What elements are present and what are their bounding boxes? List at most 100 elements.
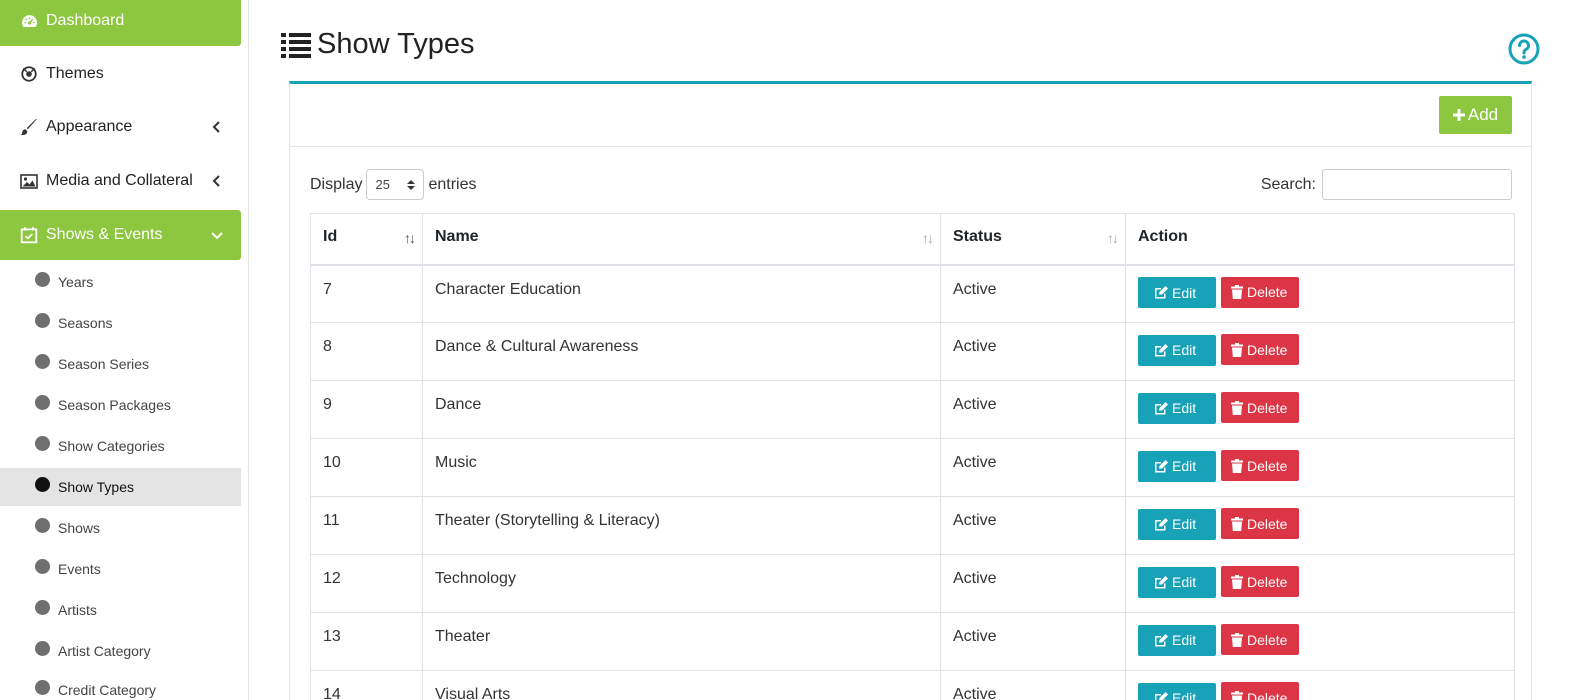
cell-name: Technology (422, 554, 941, 613)
trash-icon (1231, 285, 1243, 299)
list-icon (281, 32, 311, 58)
sidebar-subitem-label: Season Series (58, 356, 150, 372)
cell-status: Active (940, 496, 1126, 555)
edit-button[interactable]: Edit (1138, 334, 1216, 366)
sidebar-subitem-credit-category[interactable]: Credit Category (0, 671, 241, 700)
sort-icon: ↑↓ (922, 230, 934, 246)
sidebar-subitem-seasons[interactable]: Seasons (0, 304, 241, 342)
sidebar-item-media[interactable]: Media and Collateral (0, 156, 241, 206)
trash-icon (1231, 516, 1243, 531)
sidebar-item-dashboard[interactable]: Dashboard (0, 0, 241, 46)
sidebar-subitem-label: Shows (58, 520, 101, 536)
cell-action: Edit Delete (1125, 264, 1515, 323)
sidebar-subitem-shows[interactable]: Shows (0, 509, 241, 547)
delete-button[interactable]: Delete (1221, 624, 1299, 655)
delete-button[interactable]: Delete (1221, 276, 1299, 308)
bullet-icon (35, 312, 50, 328)
trash-icon (1231, 690, 1243, 700)
cell-name: Theater (422, 612, 941, 671)
sidebar: Dashboard Themes Appearance Media and Co… (0, 0, 249, 700)
sidebar-item-label: Themes (46, 65, 104, 82)
table-row: 10 Music Active Edit Delete (310, 438, 1515, 497)
sidebar-subitem-season-packages[interactable]: Season Packages (0, 386, 241, 424)
table-row: 7 Character Education Active Edit Delete (310, 264, 1515, 323)
search-label: Search: (1260, 175, 1316, 193)
table-row: 9 Dance Active Edit Delete (310, 380, 1515, 439)
sidebar-subitem-show-types[interactable]: Show Types (0, 468, 241, 506)
sidebar-subitem-events[interactable]: Events (0, 550, 241, 588)
delete-button[interactable]: Delete (1221, 566, 1299, 597)
delete-button[interactable]: Delete (1221, 450, 1299, 481)
edit-button[interactable]: Edit (1138, 450, 1216, 482)
show-types-card: Add Display 25 entries Search: Id ↑↓ Name… (289, 81, 1532, 700)
edit-icon (1155, 691, 1168, 700)
add-button[interactable]: Add (1439, 96, 1512, 134)
trash-icon (1231, 458, 1243, 473)
delete-button[interactable]: Delete (1221, 392, 1299, 423)
chevron-down-icon (209, 227, 225, 243)
page-size-control: Display 25 entries (310, 169, 477, 200)
column-header-status[interactable]: Status ↑↓ (940, 213, 1126, 266)
select-arrows-icon (407, 179, 416, 190)
trash-icon (1231, 400, 1243, 415)
sidebar-item-shows-events[interactable]: Shows & Events (0, 210, 241, 260)
sidebar-subitem-years[interactable]: Years (0, 263, 241, 301)
cell-id: 9 (310, 380, 423, 439)
edit-button[interactable]: Edit (1138, 682, 1216, 700)
calendar-check-icon (20, 226, 38, 244)
dashboard-icon (20, 12, 38, 30)
delete-button-label: Delete (1247, 631, 1288, 648)
cell-action: Edit Delete (1125, 612, 1515, 671)
edit-button[interactable]: Edit (1138, 566, 1216, 598)
edit-button-label: Edit (1172, 284, 1197, 301)
bullet-icon (35, 679, 50, 695)
edit-icon (1155, 459, 1168, 472)
cell-id: 12 (310, 554, 423, 613)
edit-icon (1155, 633, 1168, 646)
sidebar-subitem-artist-category[interactable]: Artist Category (0, 632, 241, 670)
sidebar-subitem-label: Artists (58, 602, 97, 618)
sidebar-subitem-season-series[interactable]: Season Series (0, 345, 241, 383)
column-header-name[interactable]: Name ↑↓ (422, 213, 941, 266)
delete-button[interactable]: Delete (1221, 682, 1299, 700)
chevron-left-icon (209, 119, 225, 135)
add-button-label: Add (1467, 105, 1499, 124)
sidebar-subitem-label: Credit Category (58, 682, 157, 698)
cell-id: 10 (310, 438, 423, 497)
table-row: 14 Visual Arts Active Edit Delete (310, 670, 1515, 700)
edit-button-label: Edit (1172, 342, 1197, 358)
sidebar-item-themes[interactable]: Themes (0, 49, 241, 99)
search-input[interactable] (1322, 169, 1512, 200)
column-header-label: Action (1138, 228, 1188, 245)
edit-button[interactable]: Edit (1138, 277, 1216, 308)
search-control: Search: (1261, 169, 1512, 200)
cell-id: 14 (310, 670, 423, 700)
sidebar-subitem-label: Artist Category (58, 643, 151, 659)
sidebar-subitem-artists[interactable]: Artists (0, 591, 241, 629)
sidebar-subitem-label: Seasons (58, 315, 113, 331)
delete-button-label: Delete (1247, 573, 1288, 590)
sidebar-subitem-show-categories[interactable]: Show Categories (0, 427, 241, 465)
sidebar-subitem-label: Events (58, 561, 101, 577)
cell-action: Edit Delete (1125, 554, 1515, 613)
column-header-id[interactable]: Id ↑↓ (310, 213, 423, 266)
table-row: 12 Technology Active Edit Delete (310, 554, 1515, 613)
delete-button[interactable]: Delete (1221, 334, 1299, 365)
show-types-table: Id ↑↓ Name ↑↓ Status ↑↓ Action 7 Character … (310, 213, 1515, 700)
cell-name: Theater (Storytelling & Literacy) (422, 496, 941, 555)
page-size-select[interactable]: 25 (366, 169, 425, 200)
sort-icon: ↑↓ (404, 230, 416, 246)
edit-button[interactable]: Edit (1138, 392, 1216, 424)
edit-button[interactable]: Edit (1138, 508, 1216, 540)
table-row: 8 Dance & Cultural Awareness Active Edit… (310, 322, 1515, 381)
card-header: Add (290, 84, 1531, 147)
delete-button-label: Delete (1247, 341, 1288, 358)
question-circle-icon[interactable] (1508, 33, 1540, 65)
edit-button[interactable]: Edit (1138, 624, 1216, 656)
edit-button-label: Edit (1172, 690, 1197, 700)
sidebar-subitem-label: Years (58, 274, 94, 290)
cell-action: Edit Delete (1125, 438, 1515, 497)
trash-icon (1231, 574, 1243, 589)
delete-button[interactable]: Delete (1221, 508, 1299, 539)
sidebar-item-appearance[interactable]: Appearance (0, 102, 241, 152)
